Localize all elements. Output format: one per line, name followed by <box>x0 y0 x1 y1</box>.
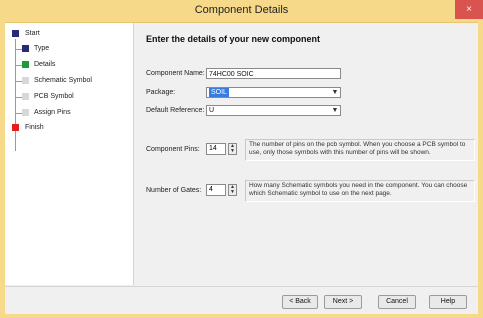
package-label: Package: <box>146 89 176 96</box>
step-marker-icon <box>22 109 29 116</box>
component-pins-input[interactable]: 14 <box>206 143 226 155</box>
component-pins-stepper[interactable]: ▲ ▼ <box>228 143 237 155</box>
wizard-step-label: Details <box>34 61 56 68</box>
wizard-step-label: PCB Symbol <box>34 93 74 100</box>
step-marker-icon <box>22 77 29 84</box>
wizard-step-label: Start <box>25 30 40 37</box>
window-frame-right <box>478 22 483 318</box>
step-marker-icon <box>12 30 19 37</box>
page-heading: Enter the details of your new component <box>146 34 321 44</box>
wizard-step-label: Schematic Symbol <box>34 77 92 84</box>
cancel-button[interactable]: Cancel <box>378 295 416 309</box>
package-selected-value: SOIL <box>209 88 229 97</box>
step-marker-icon <box>22 45 29 52</box>
default-reference-value: U <box>209 107 215 114</box>
back-button[interactable]: < Back <box>282 295 318 309</box>
details-panel: Enter the details of your new component … <box>134 23 478 285</box>
wizard-footer: < Back Next > Cancel Help <box>5 286 478 314</box>
default-reference-label: Default Reference: <box>146 107 205 114</box>
component-name-label: Component Name: <box>146 70 205 77</box>
next-button[interactable]: Next > <box>324 295 362 309</box>
number-of-gates-stepper[interactable]: ▲ ▼ <box>228 184 237 196</box>
help-button[interactable]: Help <box>429 295 467 309</box>
step-marker-icon <box>22 93 29 100</box>
window-title: Component Details <box>194 4 289 16</box>
package-select[interactable]: SOIL ▼ <box>206 87 341 98</box>
number-of-gates-label: Number of Gates: <box>146 187 202 194</box>
step-marker-icon <box>12 124 19 131</box>
default-reference-select[interactable]: U ▼ <box>206 105 341 116</box>
number-of-gates-hint: How many Schematic symbols you need in t… <box>245 180 475 202</box>
component-pins-hint: The number of pins on the pcb symbol. Wh… <box>245 139 475 161</box>
wizard-step-label: Assign Pins <box>34 109 71 116</box>
component-pins-label: Component Pins: <box>146 146 200 153</box>
steps-tree-line <box>15 39 16 151</box>
wizard-step-label: Finish <box>25 124 44 131</box>
step-marker-icon <box>22 61 29 68</box>
wizard-step-label: Type <box>34 45 50 52</box>
wizard-steps-sidebar: Start Type Details Schematic Symbol PCB … <box>5 23 134 285</box>
title-bar: Component Details × <box>0 0 483 23</box>
component-name-input[interactable]: 74HC00 SOIC <box>206 68 341 79</box>
component-details-window: Component Details × Start Type Details S… <box>0 0 483 318</box>
chevron-down-icon[interactable]: ▼ <box>330 88 340 97</box>
chevron-down-icon[interactable]: ▼ <box>330 106 340 115</box>
close-icon[interactable]: × <box>455 0 483 19</box>
number-of-gates-input[interactable]: 4 <box>206 184 226 196</box>
